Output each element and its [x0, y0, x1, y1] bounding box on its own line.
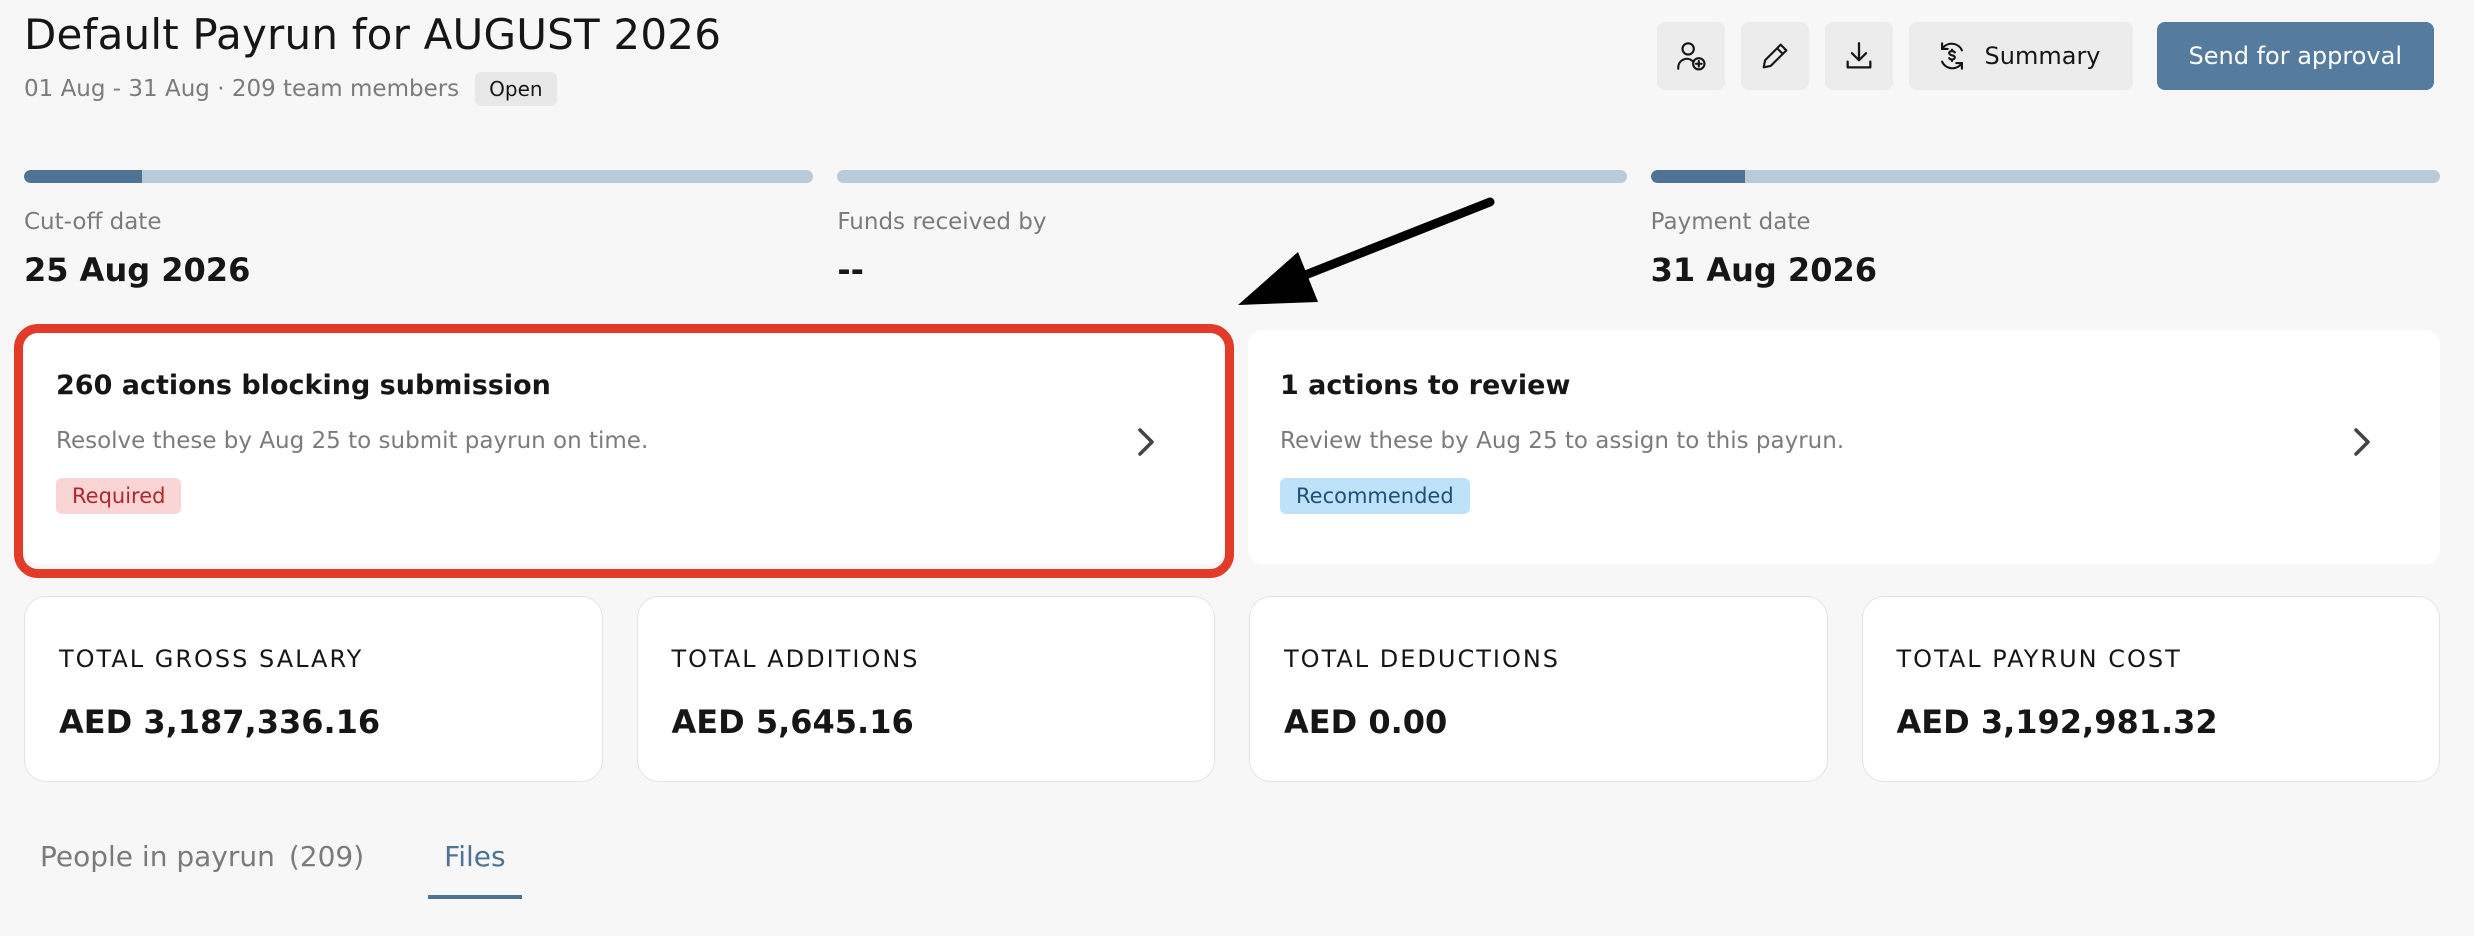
toolbar: Summary Send for approval	[1656, 22, 2434, 90]
progress-bar	[1650, 170, 2440, 183]
summary-icon	[1940, 42, 1963, 70]
total-label: TOTAL GROSS SALARY	[59, 645, 364, 673]
total-label: TOTAL PAYRUN COST	[1896, 645, 2182, 673]
tab-count: (209)	[288, 840, 365, 873]
total-deductions-card: TOTAL DEDUCTIONS AED 0.00	[1249, 596, 1828, 782]
total-payrun-cost-card: TOTAL PAYRUN COST AED 3,192,981.32	[1861, 596, 2440, 782]
card-title: 260 actions blocking submission	[56, 370, 551, 401]
download-button[interactable]	[1824, 22, 1893, 90]
chevron-right-icon	[2354, 428, 2370, 456]
tab-people-in-payrun[interactable]: People in payrun (209)	[24, 836, 380, 899]
tab-files[interactable]: Files	[428, 836, 522, 899]
recommended-tag: Recommended	[1280, 478, 1470, 514]
pencil-icon	[1762, 43, 1787, 69]
payrun-totals: TOTAL GROSS SALARY AED 3,187,336.16 TOTA…	[24, 596, 2440, 782]
annotation-arrow-icon	[1238, 197, 1495, 305]
add-person-icon	[1676, 42, 1706, 71]
total-value: AED 0.00	[1284, 703, 1448, 741]
summary-label: Summary	[1984, 42, 2101, 70]
step-value: 31 Aug 2026	[1650, 251, 1877, 289]
progress-bar	[837, 170, 1627, 183]
tab-label: Files	[444, 840, 506, 873]
total-value: AED 3,187,336.16	[59, 703, 381, 741]
summary-button[interactable]: Summary	[1908, 22, 2133, 90]
progress-bar	[24, 170, 814, 183]
payrun-period: 01 Aug - 31 Aug · 209 team members	[24, 76, 460, 102]
total-gross-salary-card: TOTAL GROSS SALARY AED 3,187,336.16	[24, 596, 603, 782]
edit-button[interactable]	[1740, 22, 1809, 90]
total-value: AED 3,192,981.32	[1896, 703, 2218, 741]
payrun-page: Default Payrun for AUGUST 2026 01 Aug - …	[0, 0, 2474, 936]
step-payment: Payment date 31 Aug 2026	[1650, 170, 2440, 289]
step-value: 25 Aug 2026	[24, 251, 251, 289]
total-label: TOTAL DEDUCTIONS	[1284, 645, 1561, 673]
payrun-subtitle: 01 Aug - 31 Aug · 209 team members Open	[24, 72, 557, 106]
card-description: Resolve these by Aug 25 to submit payrun…	[56, 428, 649, 454]
review-actions-card[interactable]: 1 actions to review Review these by Aug …	[1248, 330, 2440, 564]
progress-fill	[24, 170, 143, 183]
card-description: Review these by Aug 25 to assign to this…	[1280, 428, 1845, 454]
status-badge: Open	[475, 72, 557, 106]
add-person-button[interactable]	[1656, 22, 1725, 90]
total-value: AED 5,645.16	[671, 703, 914, 741]
progress-fill	[1650, 170, 1746, 183]
step-label: Cut-off date	[24, 209, 162, 235]
download-icon	[1846, 42, 1871, 69]
send-for-approval-button[interactable]: Send for approval	[2156, 22, 2434, 90]
chevron-right-icon	[1138, 428, 1154, 456]
total-additions-card: TOTAL ADDITIONS AED 5,645.16	[636, 596, 1215, 782]
card-title: 1 actions to review	[1280, 370, 1571, 401]
step-cutoff: Cut-off date 25 Aug 2026	[24, 170, 814, 289]
step-label: Payment date	[1650, 209, 1811, 235]
tab-label: People in payrun	[40, 840, 275, 873]
payrun-tabs: People in payrun (209) Files	[24, 836, 522, 899]
required-tag: Required	[56, 478, 182, 514]
total-label: TOTAL ADDITIONS	[671, 645, 920, 673]
page-title: Default Payrun for AUGUST 2026	[24, 10, 722, 59]
blocking-actions-card[interactable]: 260 actions blocking submission Resolve …	[24, 330, 1224, 564]
